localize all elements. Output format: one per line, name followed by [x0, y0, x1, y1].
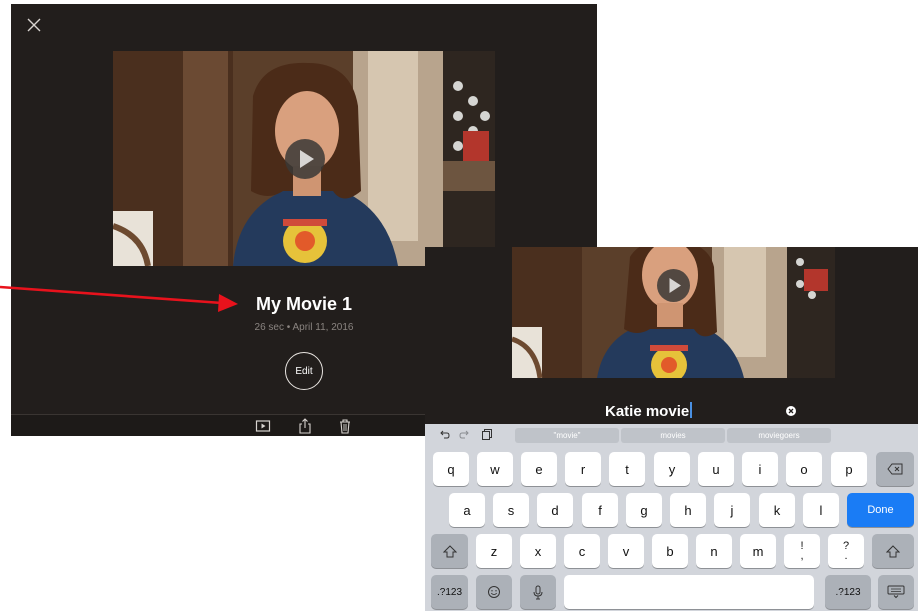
key-u[interactable]: u [698, 452, 734, 486]
space-bar[interactable] [564, 575, 814, 609]
key-question-period[interactable]: ?. [828, 534, 864, 568]
key-n[interactable]: n [696, 534, 732, 568]
key-r[interactable]: r [565, 452, 601, 486]
clear-icon[interactable] [786, 406, 796, 416]
key-z[interactable]: z [476, 534, 512, 568]
redo-icon[interactable] [459, 428, 471, 440]
key-comma-label: , [800, 550, 804, 562]
key-g[interactable]: g [626, 493, 662, 527]
key-e[interactable]: e [521, 452, 557, 486]
undo-icon[interactable] [438, 428, 450, 440]
keyboard-shortcut-bar: "movie" movies moviegoers [425, 424, 918, 444]
keyboard-dismiss-icon[interactable] [878, 575, 914, 609]
play-icon[interactable] [255, 418, 271, 434]
key-l[interactable]: l [803, 493, 839, 527]
key-c[interactable]: c [564, 534, 600, 568]
paste-icon[interactable] [481, 428, 493, 440]
key-i[interactable]: i [742, 452, 778, 486]
play-icon[interactable] [657, 269, 690, 302]
key-y[interactable]: y [654, 452, 690, 486]
key-period-label: . [844, 550, 848, 562]
numbers-key-right[interactable]: .?123 [825, 575, 871, 609]
key-a[interactable]: a [449, 493, 485, 527]
close-icon[interactable] [25, 16, 43, 34]
onscreen-keyboard: "movie" movies moviegoers q w e r t y u … [425, 424, 918, 611]
key-v[interactable]: v [608, 534, 644, 568]
key-t[interactable]: t [609, 452, 645, 486]
movie-name-value: Katie movie [605, 403, 690, 420]
play-icon[interactable] [285, 139, 325, 179]
suggestion-2[interactable]: movies [621, 428, 725, 443]
movie-name-field[interactable]: Katie movie [605, 402, 765, 422]
key-p[interactable]: p [831, 452, 867, 486]
rename-view: Katie movie "movie" movies moviegoers q … [425, 247, 918, 611]
key-q[interactable]: q [433, 452, 469, 486]
share-icon[interactable] [297, 418, 313, 434]
numbers-key-left[interactable]: .?123 [431, 575, 468, 609]
key-k[interactable]: k [759, 493, 795, 527]
shift-icon[interactable] [872, 534, 914, 568]
key-o[interactable]: o [786, 452, 822, 486]
key-m[interactable]: m [740, 534, 776, 568]
suggestion-1[interactable]: "movie" [515, 428, 619, 443]
key-d[interactable]: d [537, 493, 573, 527]
shift-icon[interactable] [431, 534, 468, 568]
emoji-icon[interactable] [476, 575, 512, 609]
key-b[interactable]: b [652, 534, 688, 568]
key-exclaim-comma[interactable]: !, [784, 534, 820, 568]
backspace-icon[interactable] [876, 452, 914, 486]
suggestion-3[interactable]: moviegoers [727, 428, 831, 443]
edit-button[interactable]: Edit [285, 352, 323, 390]
key-w[interactable]: w [477, 452, 513, 486]
key-h[interactable]: h [670, 493, 706, 527]
microphone-icon[interactable] [520, 575, 556, 609]
key-s[interactable]: s [493, 493, 529, 527]
done-button[interactable]: Done [847, 493, 914, 527]
key-j[interactable]: j [714, 493, 750, 527]
trash-icon[interactable] [337, 418, 353, 434]
text-caret [690, 402, 692, 418]
video-thumbnail[interactable] [113, 51, 495, 266]
key-x[interactable]: x [520, 534, 556, 568]
key-f[interactable]: f [582, 493, 618, 527]
video-thumbnail[interactable] [512, 247, 835, 378]
